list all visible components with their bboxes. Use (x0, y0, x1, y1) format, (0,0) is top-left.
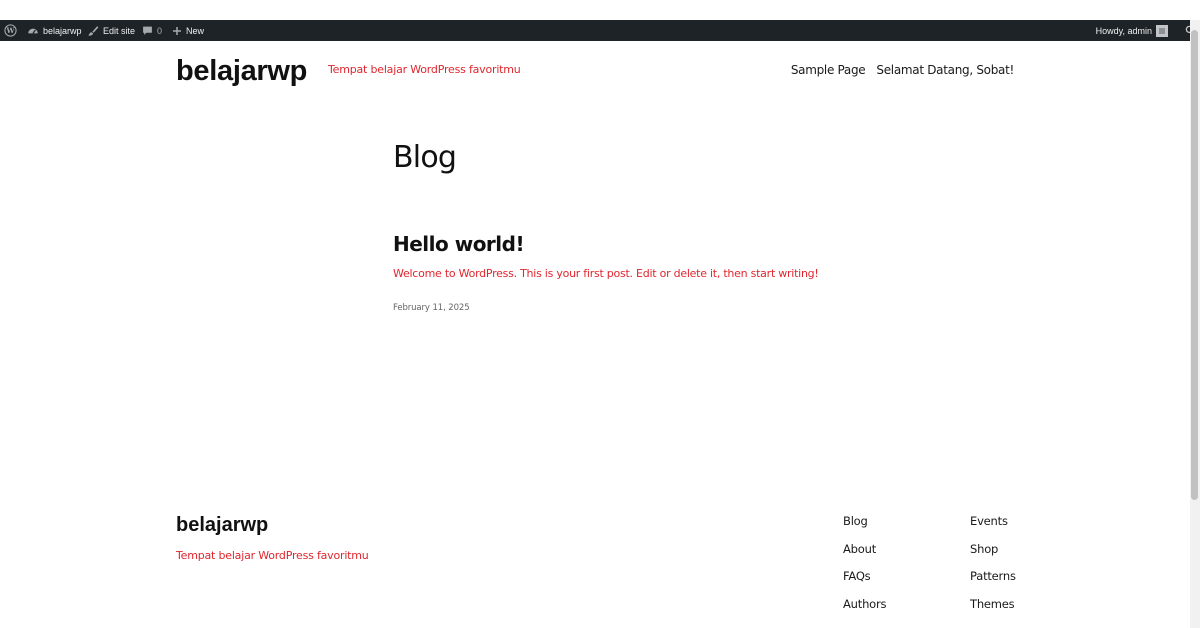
my-account-menu[interactable]: Howdy, admin (1096, 20, 1168, 41)
site-title[interactable]: belajarwp (176, 55, 307, 88)
post-date[interactable]: February 11, 2025 (393, 303, 470, 313)
scrollbar-thumb[interactable] (1191, 30, 1198, 500)
dashboard-icon (27, 25, 39, 37)
howdy-text: Howdy, admin (1095, 25, 1152, 36)
footer-link-shop[interactable]: Shop (970, 542, 1016, 557)
footer-tagline: Tempat belajar WordPress favoritmu (176, 549, 369, 562)
nav-item-selamat-datang[interactable]: Selamat Datang, Sobat! (876, 63, 1014, 77)
brush-icon (87, 25, 99, 37)
admin-bar-site-name: belajarwp (43, 25, 82, 36)
post-title-link[interactable]: Hello world! (393, 232, 525, 256)
comments-count: 0 (157, 25, 163, 36)
footer-link-events[interactable]: Events (970, 514, 1016, 529)
nav-item-sample-page[interactable]: Sample Page (791, 63, 866, 77)
new-content-link[interactable]: New (172, 20, 204, 41)
wp-logo-menu[interactable]: W (4, 20, 17, 41)
footer-site-title[interactable]: belajarwp (176, 514, 268, 537)
admin-bar: W belajarwp Edit site 0 New Howdy, admin (0, 20, 1200, 41)
footer-link-faqs[interactable]: FAQs (843, 569, 886, 584)
edit-site-label: Edit site (103, 25, 136, 36)
svg-text:W: W (5, 26, 15, 35)
post-excerpt: Welcome to WordPress. This is your first… (393, 267, 819, 280)
comments-link[interactable]: 0 (142, 20, 162, 41)
wordpress-logo-icon: W (4, 24, 17, 37)
site-tagline: Tempat belajar WordPress favoritmu (328, 63, 521, 76)
top-margin (0, 0, 1200, 20)
footer-link-about[interactable]: About (843, 542, 886, 557)
avatar (1156, 24, 1168, 37)
plus-icon (172, 26, 182, 36)
footer-link-patterns[interactable]: Patterns (970, 569, 1016, 584)
footer-nav-column-2: Events Shop Patterns Themes (970, 514, 1016, 611)
admin-bar-site-link[interactable]: belajarwp (27, 20, 82, 41)
edit-site-link[interactable]: Edit site (87, 20, 135, 41)
footer-link-blog[interactable]: Blog (843, 514, 886, 529)
page-title: Blog (393, 140, 457, 175)
new-label: New (186, 25, 205, 36)
footer-nav-column-1: Blog About FAQs Authors (843, 514, 887, 611)
primary-nav: Sample Page Selamat Datang, Sobat! (791, 63, 1014, 77)
comment-icon (142, 25, 153, 36)
viewport-bottom-edge (0, 609, 1190, 628)
